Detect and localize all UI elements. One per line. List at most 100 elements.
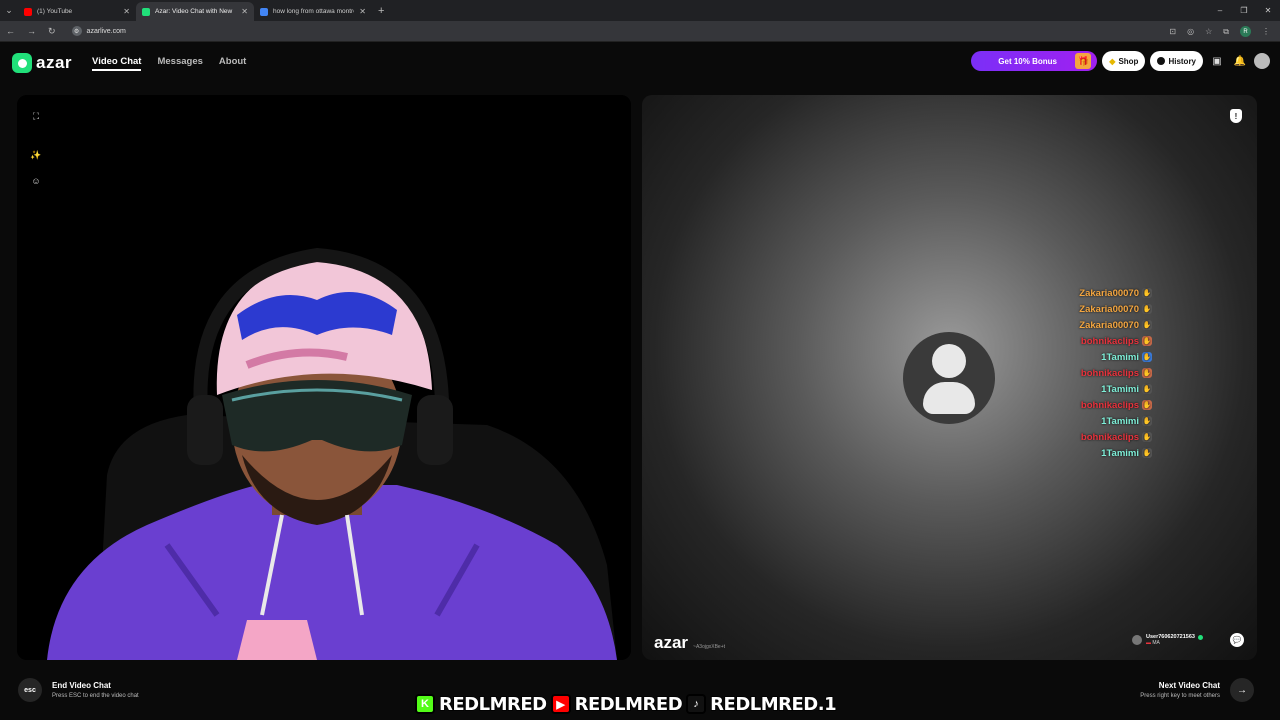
logo-text: azar xyxy=(36,53,73,72)
tab-strip: (1) YouTube ✕ Azar: Video Chat with New ✕ ho… xyxy=(18,0,372,21)
chat-username: bohnikaclips xyxy=(1080,367,1139,379)
eye-off-icon[interactable]: ◎ xyxy=(1187,27,1194,36)
peer-country: MA xyxy=(1152,640,1160,646)
azar-logo-icon xyxy=(12,53,32,73)
chat-line: 1Tamimi ✋ xyxy=(1032,381,1152,397)
chat-emote-icon: ✋ xyxy=(1142,320,1152,330)
tab-title: how long from ottawa montre... xyxy=(273,8,355,15)
url-input[interactable]: ⚙ azarlive.com xyxy=(68,24,126,39)
bonus-button[interactable]: Get 10% Bonus 🎁 xyxy=(971,51,1098,71)
streamer-social-banner: K REDLMRED ▶ REDLMRED ♪ REDLMRED.1 xyxy=(415,692,865,716)
chat-emote-icon: ✋ xyxy=(1142,384,1152,394)
face-filter-icon[interactable]: ☺ xyxy=(30,175,42,187)
next-chat-hint: Press right key to meet others xyxy=(1140,693,1220,699)
streamer-handle: REDLMRED xyxy=(574,693,684,716)
user-profile-icon[interactable] xyxy=(1254,53,1270,69)
end-chat-title: End Video Chat xyxy=(52,681,111,690)
close-tab-icon[interactable]: ✕ xyxy=(241,7,248,16)
close-window-icon[interactable]: ✕ xyxy=(1256,6,1280,15)
chat-emote-icon: ✋ xyxy=(1142,352,1152,362)
nav-video-chat[interactable]: Video Chat xyxy=(92,56,142,71)
minimize-icon[interactable]: – xyxy=(1208,6,1232,15)
peer-default-avatar xyxy=(903,332,995,424)
azar-watermark: azar ~A3ojgxXBe+t xyxy=(654,633,725,653)
browser-tab[interactable]: (1) YouTube ✕ xyxy=(18,2,136,21)
chat-line: 1Tamimi ✋ xyxy=(1032,349,1152,365)
tiktok-icon: ♪ xyxy=(686,694,707,714)
shop-label: Shop xyxy=(1118,56,1139,66)
history-button[interactable]: History xyxy=(1150,51,1203,71)
store-icon[interactable]: ▣ xyxy=(1208,52,1226,70)
chat-username: 1Tamimi xyxy=(1101,447,1139,459)
peer-video: ! azar ~A3ojgxXBe+t User7606207215​63 ▬ … xyxy=(642,95,1257,660)
address-bar: ← → ↻ ⚙ azarlive.com ⊡ ◎ ☆ ⧉ R ⋮ xyxy=(0,21,1280,42)
chat-bubble-icon[interactable]: 💬 xyxy=(1230,633,1244,647)
browser-tab[interactable]: how long from ottawa montre... ✕ xyxy=(254,2,372,21)
chat-line: Zakaria00070 ✋ xyxy=(1032,301,1152,317)
treasure-chest-icon: 🎁 xyxy=(1075,53,1092,69)
chat-username: 1Tamimi xyxy=(1101,383,1139,395)
chat-emote-icon: ✋ xyxy=(1142,288,1152,298)
next-chat-title: Next Video Chat xyxy=(1158,681,1220,690)
nav-about[interactable]: About xyxy=(219,56,246,71)
new-tab-icon[interactable]: + xyxy=(378,5,384,17)
browser-tabbar: ⌄ (1) YouTube ✕ Azar: Video Chat with New ✕… xyxy=(0,0,1280,21)
shop-button[interactable]: ◆ Shop xyxy=(1102,51,1146,71)
chat-emote-icon: ✋ xyxy=(1142,368,1152,378)
install-app-icon[interactable]: ⊡ xyxy=(1169,27,1176,36)
site-info-icon[interactable]: ⚙ xyxy=(71,26,82,36)
chat-username: 1Tamimi xyxy=(1101,351,1139,363)
browser-tab[interactable]: Azar: Video Chat with New ✕ xyxy=(136,2,254,21)
notification-bell-icon[interactable]: 🔔 xyxy=(1231,52,1249,70)
chat-emote-icon: ✋ xyxy=(1142,336,1152,346)
browser-actions: ⊡ ◎ ☆ ⧉ R ⋮ xyxy=(1169,21,1270,42)
tab-title: (1) YouTube xyxy=(37,8,73,15)
peer-avatar-small xyxy=(1132,635,1142,645)
bookmark-star-icon[interactable]: ☆ xyxy=(1205,27,1212,36)
end-chat-button[interactable]: esc xyxy=(18,678,42,702)
forward-icon[interactable]: → xyxy=(27,26,36,36)
close-tab-icon[interactable]: ✕ xyxy=(359,7,366,16)
report-shield-icon[interactable]: ! xyxy=(1230,109,1242,123)
chat-line: bohnikaclips ✋ xyxy=(1032,429,1152,445)
self-camera-video: ⛶ ✨ ☺ xyxy=(17,95,631,660)
chat-line: 1Tamimi ✋ xyxy=(1032,413,1152,429)
flag-icon: ▬ xyxy=(1146,640,1151,646)
chat-emote-icon: ✋ xyxy=(1142,416,1152,426)
browser-menu-icon[interactable]: ⋮ xyxy=(1262,27,1270,36)
verified-icon xyxy=(1197,634,1203,640)
chat-username: bohnikaclips xyxy=(1080,399,1139,411)
streamer-handle: REDLMRED.1 xyxy=(709,693,837,716)
history-label: History xyxy=(1168,56,1196,66)
tab-favicon-icon xyxy=(260,7,268,16)
main-nav: Video Chat Messages About xyxy=(92,56,246,71)
streamer-handle: REDLMRED xyxy=(438,693,548,716)
restore-icon[interactable]: ❐ xyxy=(1232,6,1256,15)
profile-avatar[interactable]: R xyxy=(1240,26,1251,37)
chat-username: Zakaria00070 xyxy=(1079,303,1139,315)
peer-user-info[interactable]: User7606207215​63 ▬ MA xyxy=(1132,634,1203,646)
nav-messages[interactable]: Messages xyxy=(157,56,202,71)
clock-icon xyxy=(1157,57,1166,65)
extensions-icon[interactable]: ⧉ xyxy=(1223,27,1229,37)
chat-line: bohnikaclips ✋ xyxy=(1032,365,1152,381)
azar-logo[interactable]: azar xyxy=(12,53,72,73)
next-chat-arrow-icon[interactable]: → xyxy=(1230,678,1254,702)
magic-wand-icon[interactable]: ✨ xyxy=(30,149,42,161)
watermark-id: ~A3ojgxXBe+t xyxy=(693,644,725,650)
tab-search-icon[interactable]: ⌄ xyxy=(0,0,18,21)
chat-emote-icon: ✋ xyxy=(1142,304,1152,314)
stream-chat-overlay: Zakaria00070 ✋ Zakaria00070 ✋ Zakaria00070 ✋ b… xyxy=(1032,285,1152,461)
chat-line: bohnikaclips ✋ xyxy=(1032,333,1152,349)
window-controls: – ❐ ✕ xyxy=(1208,0,1280,21)
back-icon[interactable]: ← xyxy=(6,26,15,36)
effects-icon[interactable]: ⛶ xyxy=(30,110,42,122)
chat-line: Zakaria00070 ✋ xyxy=(1032,317,1152,333)
gem-icon: ◆ xyxy=(1109,56,1116,66)
chat-username: 1Tamimi xyxy=(1101,415,1139,427)
url-text: azarlive.com xyxy=(86,27,126,35)
chat-emote-icon: ✋ xyxy=(1142,432,1152,442)
chat-emote-icon: ✋ xyxy=(1142,448,1152,458)
close-tab-icon[interactable]: ✕ xyxy=(123,7,130,16)
reload-icon[interactable]: ↻ xyxy=(48,26,56,37)
